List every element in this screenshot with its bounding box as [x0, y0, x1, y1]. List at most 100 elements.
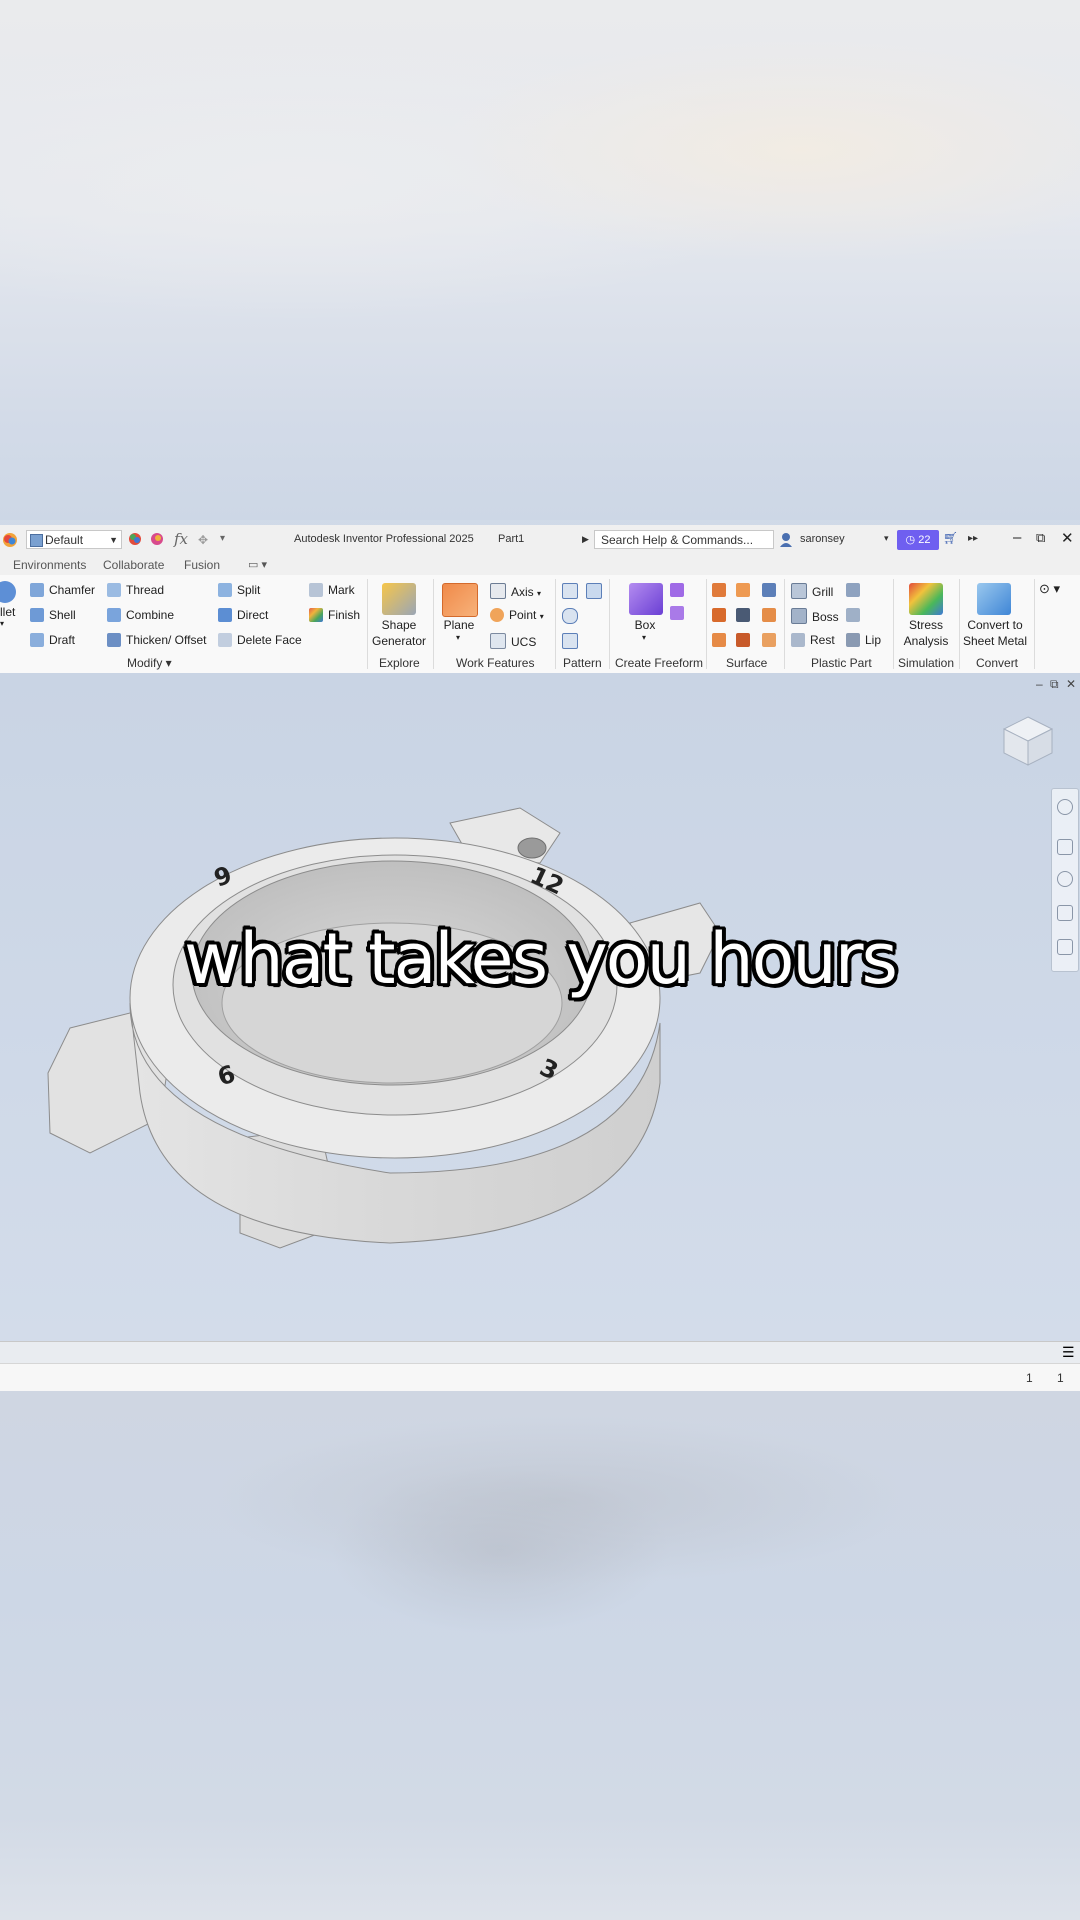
plane-menu-chevron-icon[interactable]: ▾	[456, 633, 460, 642]
panel-separator	[433, 579, 434, 669]
panel-separator	[706, 579, 707, 669]
box-menu-chevron-icon[interactable]: ▾	[642, 633, 646, 642]
graphics-viewport[interactable]: – ⧉ ✕ 9 12 6 3	[0, 673, 1080, 1341]
panel-separator	[367, 579, 368, 669]
box-freeform-icon[interactable]	[629, 583, 663, 615]
convert-panel-label: Convert	[976, 656, 1019, 670]
grill-button[interactable]: Grill	[791, 583, 833, 599]
draft-button[interactable]: Draft	[30, 633, 75, 647]
shell-icon	[30, 608, 44, 622]
freeform-edit-icon[interactable]	[670, 583, 684, 597]
convert-sheet-metal-label[interactable]: Convert to Sheet Metal	[960, 617, 1030, 649]
rule-fillet-icon[interactable]	[846, 608, 860, 622]
snap-fit-icon[interactable]	[846, 583, 860, 597]
appearance-override-icon[interactable]	[150, 532, 164, 546]
sketch-pattern-icon[interactable]	[562, 633, 578, 649]
color-wheel-icon[interactable]	[128, 532, 142, 546]
thread-label: Thread	[126, 583, 165, 597]
notification-badge[interactable]: ◷ 22	[897, 530, 939, 550]
shape-generator-label[interactable]: Shape Generator	[369, 617, 429, 649]
combine-label: Combine	[126, 608, 175, 622]
rectangular-pattern-icon[interactable]	[562, 583, 578, 599]
combine-button[interactable]: Combine	[107, 608, 174, 622]
freeform-convert-icon[interactable]	[670, 606, 684, 620]
axis-label: Axis	[511, 585, 534, 599]
plastic-part-panel-label: Plastic Part	[811, 656, 872, 670]
notification-count: 22	[918, 534, 931, 546]
close-icon[interactable]: ✕	[1061, 529, 1074, 547]
lip-button[interactable]: Lip	[846, 633, 881, 647]
chamfer-button[interactable]: Chamfer	[30, 583, 95, 597]
user-menu-chevron-icon[interactable]: ▾	[884, 533, 889, 544]
blurred-background-top	[0, 0, 1080, 520]
shell-label: Shell	[49, 608, 76, 622]
tab-fusion[interactable]: Fusion	[184, 558, 220, 572]
ucs-label: UCS	[511, 635, 537, 649]
mark-button[interactable]: Mark	[309, 583, 355, 597]
patch-icon[interactable]	[712, 608, 726, 622]
parameters-fx-icon[interactable]: fx	[174, 530, 188, 548]
user-icon[interactable]	[779, 532, 793, 548]
ribbon-options-icon[interactable]: ⊙ ▾	[1039, 581, 1060, 597]
modify-panel-label[interactable]: Modify ▾	[127, 656, 172, 670]
document-tab-bar: ☰	[0, 1341, 1080, 1364]
shape-generator-icon[interactable]	[382, 583, 416, 615]
extend-icon[interactable]	[762, 608, 776, 622]
cart-icon[interactable]: 🛒︎	[943, 531, 958, 545]
thicken-offset-button[interactable]: Thicken/ Offset	[107, 633, 206, 647]
search-expand-icon[interactable]: ▶	[582, 534, 589, 545]
inventor-logo-icon[interactable]	[2, 532, 18, 548]
boss-label: Boss	[812, 610, 839, 624]
search-input[interactable]: Search Help & Commands...	[594, 530, 774, 549]
plane-label[interactable]: Plane	[441, 617, 477, 633]
appearance-combo-value: Default	[45, 533, 84, 547]
thicken-surface-icon[interactable]	[712, 583, 726, 597]
ruled-surface-icon[interactable]	[712, 633, 726, 647]
convert-sheet-metal-icon[interactable]	[977, 583, 1011, 615]
direct-edit-icon	[218, 608, 232, 622]
boss-button[interactable]: Boss	[791, 608, 839, 624]
repair-bodies-icon[interactable]	[762, 633, 776, 647]
expand-icon[interactable]: ▸▸	[968, 533, 978, 544]
rest-button[interactable]: Rest	[791, 633, 835, 647]
point-button[interactable]: Point ▾	[490, 608, 544, 622]
restore-icon[interactable]: ⧉	[1036, 530, 1045, 546]
watch-case-model[interactable]: 9 12 6 3	[0, 673, 1080, 1341]
stress-analysis-icon[interactable]	[909, 583, 943, 615]
mirror-icon[interactable]	[586, 583, 602, 599]
tab-options-icon[interactable]: ▭ ▾	[248, 558, 267, 571]
ucs-button[interactable]: UCS	[490, 633, 536, 649]
delete-face-button[interactable]: Delete Face	[218, 633, 302, 647]
split-button[interactable]: Split	[218, 583, 260, 597]
menu-icon[interactable]: ☰	[1062, 1344, 1075, 1361]
direct-label: Direct	[237, 608, 269, 622]
fillet-icon[interactable]	[0, 581, 16, 603]
qat-overflow-icon[interactable]: ▾	[220, 533, 225, 544]
shell-button[interactable]: Shell	[30, 608, 76, 622]
axis-button[interactable]: Axis ▾	[490, 583, 541, 599]
ucs-icon	[490, 633, 506, 649]
circular-pattern-icon[interactable]	[562, 608, 578, 624]
title-bar: Default ▼ fx ✥ ▾ Autodesk Inventor Profe…	[0, 525, 1080, 555]
plane-icon[interactable]	[442, 583, 478, 617]
direct-button[interactable]: Direct	[218, 608, 268, 622]
thread-button[interactable]: Thread	[107, 583, 164, 597]
move-icon[interactable]: ✥	[198, 533, 208, 547]
sculpt-icon[interactable]	[762, 583, 776, 597]
fillet-button-label[interactable]: llet	[0, 605, 15, 619]
appearance-combo[interactable]: Default ▼	[26, 530, 122, 549]
minimize-icon[interactable]: –	[1013, 529, 1021, 546]
box-label[interactable]: Box	[627, 617, 663, 633]
stress-analysis-label[interactable]: Stress Analysis	[896, 617, 956, 649]
tab-environments[interactable]: Environments	[13, 558, 86, 572]
stitch-icon[interactable]	[736, 583, 750, 597]
trim-icon[interactable]	[736, 608, 750, 622]
user-name[interactable]: saronsey	[800, 533, 845, 545]
replace-face-icon[interactable]	[736, 633, 750, 647]
tab-collaborate[interactable]: Collaborate	[103, 558, 164, 572]
panel-separator	[784, 579, 785, 669]
finish-button[interactable]: Finish	[309, 608, 360, 622]
rest-icon	[791, 633, 805, 647]
fillet-menu-chevron-icon[interactable]: ▾	[0, 619, 4, 628]
panel-separator	[609, 579, 610, 669]
